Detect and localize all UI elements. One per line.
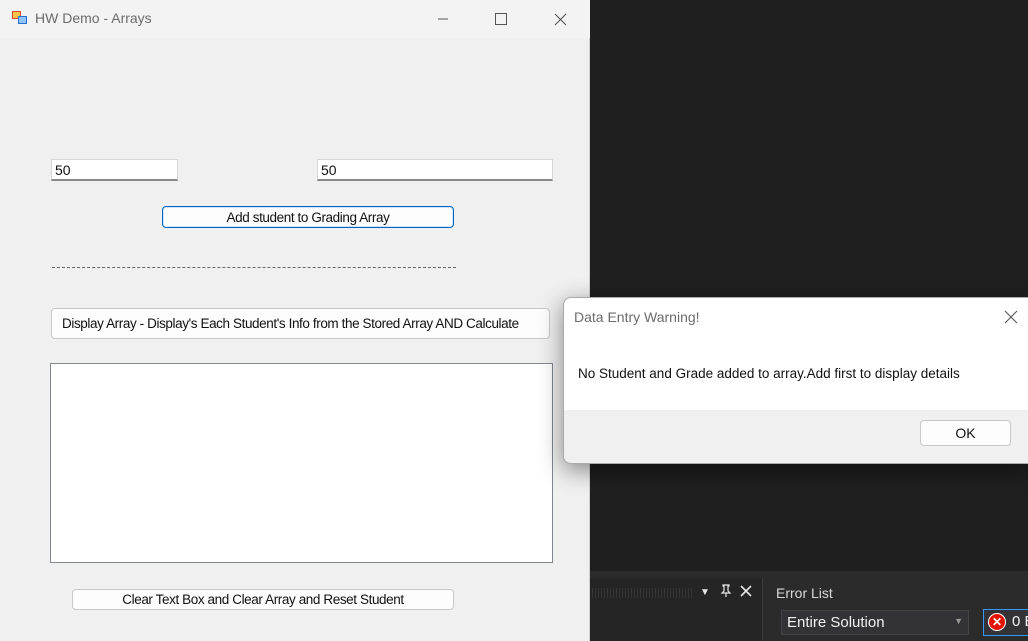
maximize-button[interactable]	[478, 0, 524, 38]
error-list-title: Error List	[776, 585, 833, 601]
error-icon: ✕	[988, 613, 1006, 631]
window-title: HW Demo - Arrays	[35, 10, 152, 26]
app-icon	[12, 10, 28, 26]
title-bar[interactable]: HW Demo - Arrays	[0, 0, 590, 38]
minimize-button[interactable]	[420, 0, 466, 38]
dialog-title: Data Entry Warning!	[574, 309, 700, 325]
close-icon[interactable]	[740, 585, 752, 600]
dialog-footer: OK	[564, 410, 1028, 463]
warning-dialog: Data Entry Warning! No Student and Grade…	[563, 297, 1028, 464]
ok-button[interactable]: OK	[920, 420, 1011, 446]
close-icon	[554, 13, 566, 25]
main-window: HW Demo - Arrays 50 50 Add student to Gr…	[0, 0, 590, 641]
close-button[interactable]	[537, 0, 583, 38]
maximize-icon	[495, 13, 507, 25]
dialog-close-button[interactable]	[1002, 308, 1020, 326]
scope-value: Entire Solution	[787, 614, 885, 631]
add-student-button[interactable]: Add student to Grading Array	[162, 206, 454, 228]
display-array-button[interactable]: Display Array - Display's Each Student's…	[51, 308, 550, 339]
chevron-down-icon[interactable]: ▼	[700, 587, 710, 598]
error-count: 0 E	[1012, 613, 1028, 630]
dialog-message: No Student and Grade added to array.Add …	[578, 366, 960, 381]
minimize-icon	[438, 18, 448, 20]
grade-input[interactable]: 50	[317, 159, 553, 181]
separator-line	[52, 267, 456, 268]
student-input[interactable]: 50	[51, 159, 178, 181]
errors-filter-button[interactable]: ✕ 0 E	[983, 609, 1028, 636]
scope-dropdown[interactable]: Entire Solution ▼	[781, 610, 969, 635]
close-icon	[1004, 310, 1018, 324]
output-listbox[interactable]	[50, 363, 553, 563]
vs-drag-grip[interactable]	[592, 588, 692, 598]
clear-reset-button[interactable]: Clear Text Box and Clear Array and Reset…	[72, 589, 454, 610]
chevron-down-icon: ▼	[954, 616, 963, 626]
pin-icon[interactable]	[720, 584, 732, 601]
